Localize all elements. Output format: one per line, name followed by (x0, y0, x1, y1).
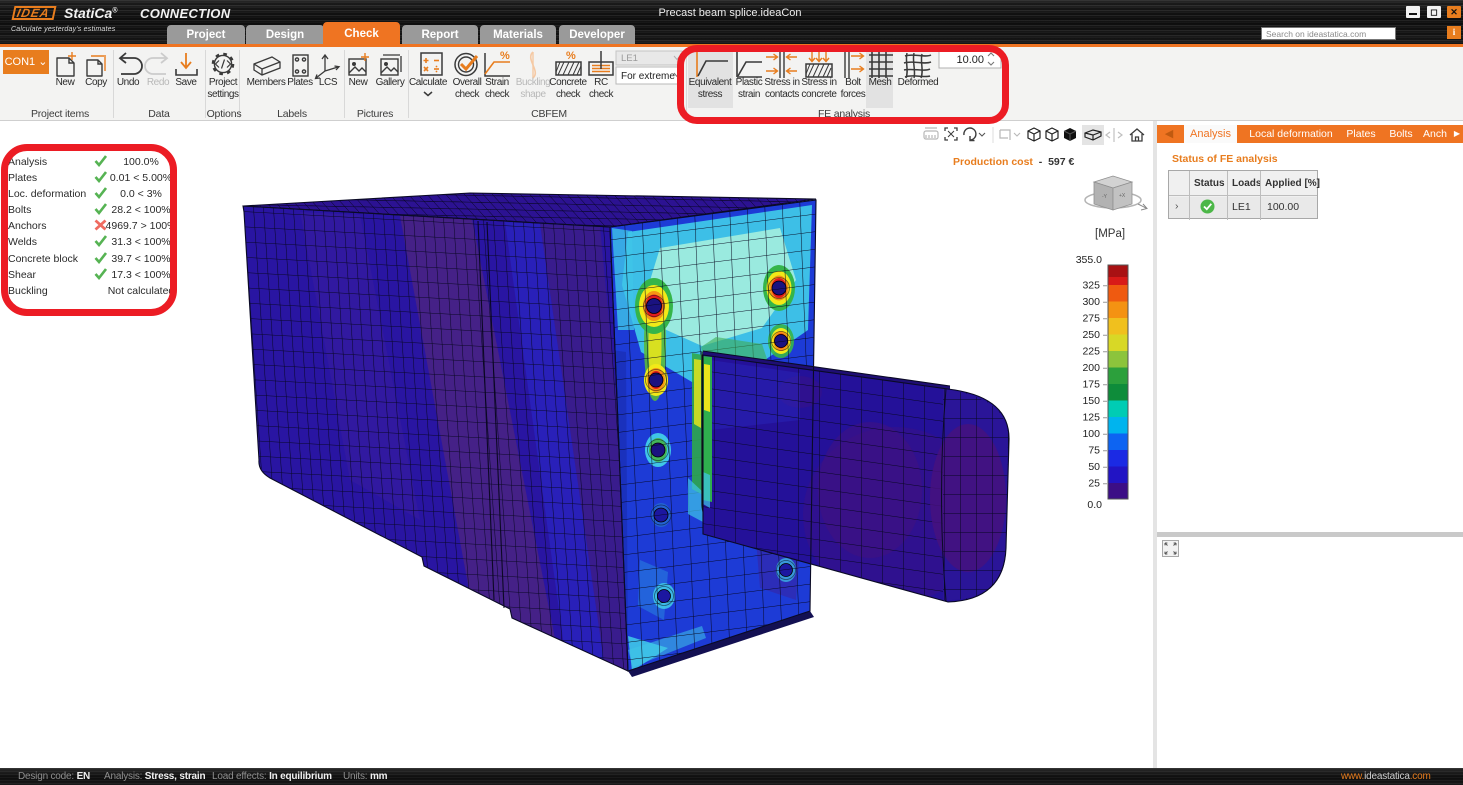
svg-text:75: 75 (1088, 444, 1100, 456)
svg-text:200: 200 (1082, 362, 1100, 374)
svg-text:%: % (566, 50, 576, 62)
svg-text:355.0: 355.0 (1076, 254, 1102, 266)
svg-text:125: 125 (1082, 411, 1100, 423)
svg-text:250: 250 (1082, 329, 1100, 341)
svg-text:300: 300 (1082, 296, 1100, 308)
svg-text:+X: +X (1119, 193, 1126, 199)
svg-text:LE1: LE1 (621, 53, 638, 64)
svg-text:325: 325 (1082, 279, 1100, 291)
svg-text:225: 225 (1082, 345, 1100, 357)
svg-text:25: 25 (1088, 477, 1100, 489)
svg-text:100: 100 (1082, 428, 1100, 440)
svg-text:For extreme: For extreme (621, 71, 675, 82)
svg-text:50: 50 (1088, 461, 1100, 473)
svg-text:%: % (500, 50, 510, 62)
svg-text:0.0: 0.0 (1087, 499, 1102, 511)
svg-text:150: 150 (1082, 395, 1100, 407)
svg-text:-Y: -Y (1102, 194, 1108, 200)
svg-text:175: 175 (1082, 378, 1100, 390)
svg-text:275: 275 (1082, 312, 1100, 324)
